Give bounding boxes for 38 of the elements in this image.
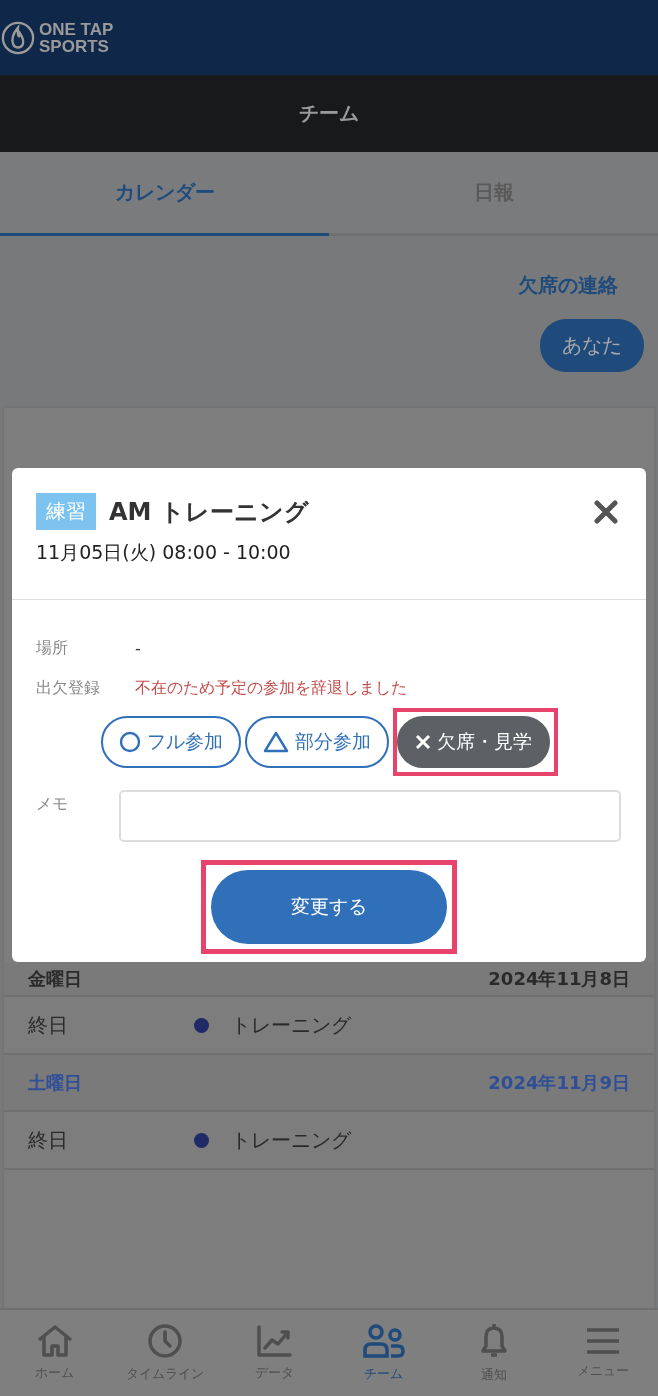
circle-icon xyxy=(118,731,141,753)
weekday-label: 金曜日 xyxy=(28,966,82,991)
logo-icon xyxy=(1,20,35,55)
attendance-message: 不在のため予定の参加を辞退しました xyxy=(135,677,407,699)
field-label: 出欠登録 xyxy=(36,677,101,699)
event-datetime: 11月05日(火) 08:00 - 10:00 xyxy=(36,540,292,565)
member-pill[interactable]: あなた xyxy=(540,319,644,372)
logo-text: ONE TAP xyxy=(39,20,114,38)
event-time: 終日 xyxy=(28,1011,69,1039)
page-title: チーム xyxy=(299,100,359,127)
date-label: 2024年11月8日 xyxy=(488,966,630,991)
attendance-option[interactable]: 部分参加 xyxy=(244,716,389,768)
close-icon[interactable] xyxy=(594,499,618,524)
logo-text: SPORTS xyxy=(39,37,110,55)
menu-icon xyxy=(585,1326,622,1356)
date-label: 2024年11月9日 xyxy=(488,1070,630,1095)
attendance-option[interactable]: 欠席・見学 xyxy=(396,716,550,768)
chart-icon xyxy=(256,1324,293,1358)
tab[interactable]: カレンダー xyxy=(0,152,329,236)
absence-contact-link[interactable]: 欠席の連絡 xyxy=(518,272,618,299)
submit-button[interactable]: 変更する xyxy=(211,870,447,944)
event-time: 終日 xyxy=(28,1126,69,1154)
event-name: AM トレーニング xyxy=(109,496,310,528)
weekday-label: 土曜日 xyxy=(28,1070,82,1095)
event-title[interactable]: トレーニング xyxy=(231,1011,351,1039)
nav-item[interactable]: チーム xyxy=(329,1310,439,1396)
home-icon xyxy=(35,1324,74,1358)
clock-icon xyxy=(146,1323,183,1359)
cross-icon xyxy=(414,734,431,750)
attendance-option[interactable]: フル参加 xyxy=(100,716,241,768)
people-icon xyxy=(362,1323,405,1359)
category-badge: 練習 xyxy=(36,493,96,530)
field-value: - xyxy=(135,638,141,658)
triangle-icon xyxy=(262,731,289,753)
field-label: 場所 xyxy=(36,637,69,659)
event-title[interactable]: トレーニング xyxy=(231,1126,351,1154)
memo-field[interactable] xyxy=(119,790,621,842)
field-label: メモ xyxy=(36,793,69,815)
